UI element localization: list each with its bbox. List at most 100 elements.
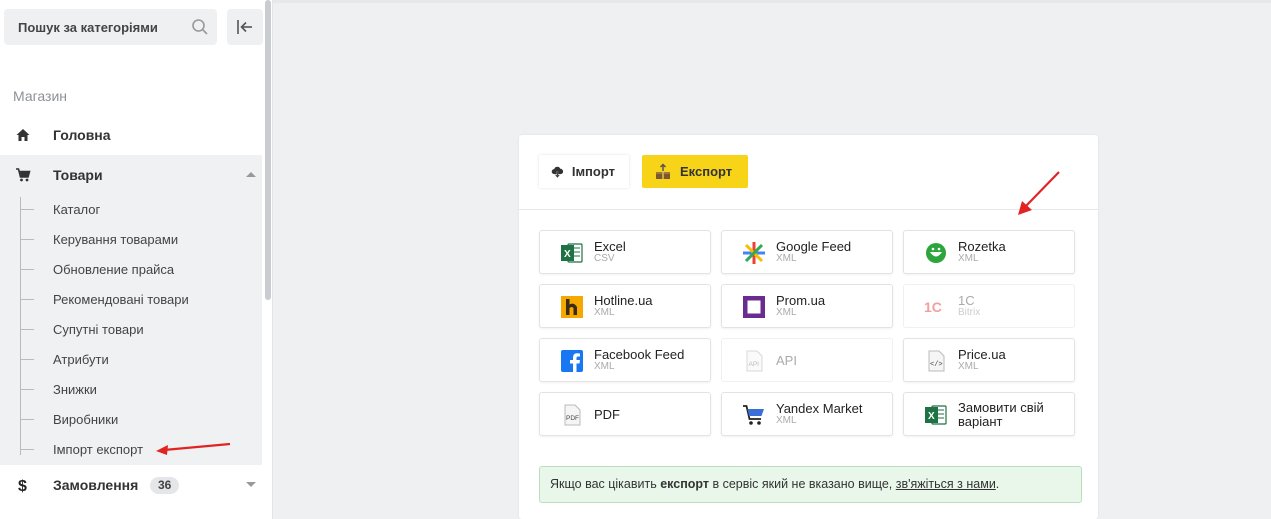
tab-label: Імпорт: [571, 164, 615, 179]
tile-format: Bitrix: [958, 307, 981, 318]
section-label: Магазин: [13, 88, 68, 104]
tab-export[interactable]: Експорт: [642, 155, 748, 188]
import-export-card: Імпорт Експорт X Excel CSV Google Feed X…: [519, 135, 1098, 519]
export-tile-yandex-market[interactable]: Yandex Market XML: [721, 392, 893, 436]
tree-tick: [20, 269, 34, 270]
cart-icon: [743, 405, 764, 425]
tab-import[interactable]: Імпорт: [539, 155, 629, 188]
pdf-file-icon: PDF: [564, 404, 581, 426]
sidebar-subitem-label: Рекомендовані товари: [53, 292, 189, 307]
export-tile-hotline[interactable]: Hotline.ua XML: [539, 284, 711, 328]
sidebar: Магазин Головна Товари Каталог Керування…: [0, 0, 273, 519]
svg-text:$: $: [18, 478, 27, 493]
prom-icon: [743, 296, 765, 318]
annotation-arrow-icon: [1018, 171, 1060, 215]
tile-format: CSV: [594, 253, 615, 264]
sidebar-subitem-label: Супутні товари: [53, 322, 144, 337]
chevron-down-icon: [246, 482, 256, 487]
tree-tick: [20, 329, 34, 330]
tree-tick: [20, 389, 34, 390]
svg-text:X: X: [928, 411, 935, 422]
svg-text:</>: </>: [930, 361, 943, 369]
sidebar-subitem-related[interactable]: Супутні товари: [20, 315, 262, 345]
notice-text-after: .: [995, 477, 1000, 491]
tile-name: Yandex Market: [776, 401, 863, 416]
sidebar-subitem-label: Знижки: [53, 382, 97, 397]
export-tile-price-ua[interactable]: </> Price.ua XML: [903, 338, 1075, 382]
tile-name: API: [776, 353, 797, 368]
contact-us-link[interactable]: зв'яжіться з нами: [896, 477, 996, 491]
sidebar-scrollbar[interactable]: [265, 0, 271, 300]
sidebar-subitem-recommended[interactable]: Рекомендовані товари: [20, 285, 262, 315]
orders-count-badge: 36: [150, 477, 180, 494]
collapse-left-icon: [237, 20, 252, 34]
excel-icon: X: [561, 243, 583, 263]
export-tile-rozetka[interactable]: Rozetka XML: [903, 230, 1075, 274]
tile-format: XML: [776, 253, 797, 264]
tree-tick: [20, 299, 34, 300]
tree-tick: [20, 239, 34, 240]
sidebar-item-goods[interactable]: Товари: [0, 155, 262, 195]
tile-format: XML: [594, 307, 615, 318]
tile-format: XML: [958, 253, 979, 264]
rozetka-icon: [926, 243, 946, 263]
search-box[interactable]: [4, 9, 217, 45]
tile-name: Замовити свій варіант: [958, 400, 1044, 429]
sidebar-item-orders[interactable]: $ Замовлення 36: [0, 465, 262, 505]
tile-name: Google Feed: [776, 239, 852, 254]
export-tile-1c[interactable]: 1C 1C Bitrix: [903, 284, 1075, 328]
facebook-icon: [561, 350, 583, 372]
sidebar-subitem-manufacturers[interactable]: Виробники: [20, 405, 262, 435]
tile-format: XML: [594, 361, 615, 372]
code-file-icon: </>: [928, 350, 945, 372]
contact-notice: Якщо вас цікавить експорт в сервіс який …: [539, 466, 1082, 503]
top-bar: [273, 0, 1271, 3]
export-tile-api[interactable]: API API: [721, 338, 893, 382]
tile-name: Rozetka: [958, 239, 1006, 254]
export-tile-excel[interactable]: X Excel CSV: [539, 230, 711, 274]
sidebar-subitem-catalog[interactable]: Каталог: [20, 195, 262, 225]
chevron-up-icon: [246, 172, 256, 177]
sidebar-subitem-label: Атрибути: [53, 352, 109, 367]
annotation-arrow-icon: [156, 442, 231, 455]
svg-text:1C: 1C: [924, 299, 942, 315]
google-feed-icon: [743, 242, 765, 264]
box-upload-icon: [656, 162, 670, 179]
export-tile-google-feed[interactable]: Google Feed XML: [721, 230, 893, 274]
export-tile-facebook[interactable]: Facebook Feed XML: [539, 338, 711, 382]
cloud-download-icon: [551, 166, 564, 178]
hotline-icon: [561, 296, 583, 318]
export-tile-pdf[interactable]: PDF PDF: [539, 392, 711, 436]
sidebar-item-home[interactable]: Головна: [0, 115, 262, 155]
tile-name: Price.ua: [958, 347, 1006, 362]
sidebar-item-label: Замовлення: [53, 477, 139, 493]
api-file-icon: API: [746, 350, 763, 372]
export-tile-custom-order[interactable]: X Замовити свій варіант: [903, 392, 1075, 436]
collapse-sidebar-button[interactable]: [227, 9, 263, 45]
svg-text:X: X: [564, 249, 571, 260]
sidebar-item-label: Головна: [53, 127, 111, 143]
cart-icon: [16, 168, 31, 182]
tile-format: XML: [776, 307, 797, 318]
notice-text-middle: в сервіс який не вказано вище,: [709, 477, 896, 491]
sidebar-subitem-label: Керування товарами: [53, 232, 179, 247]
notice-text-bold: експорт: [660, 477, 709, 491]
tree-tick: [20, 419, 34, 420]
svg-text:PDF: PDF: [566, 415, 579, 422]
sidebar-subitem-price-update[interactable]: Обновление прайса: [20, 255, 262, 285]
export-tile-prom[interactable]: Prom.ua XML: [721, 284, 893, 328]
sidebar-subitem-attributes[interactable]: Атрибути: [20, 345, 262, 375]
tile-format: XML: [958, 361, 979, 372]
search-icon[interactable]: [191, 18, 209, 36]
sidebar-subitem-discounts[interactable]: Знижки: [20, 375, 262, 405]
tree-tick: [20, 209, 34, 210]
tile-name: Excel: [594, 239, 626, 254]
tile-name: 1C: [958, 293, 975, 308]
sidebar-subitem-manage-goods[interactable]: Керування товарами: [20, 225, 262, 255]
onec-icon: 1C: [924, 299, 942, 315]
search-input[interactable]: [4, 9, 184, 45]
tile-format: XML: [776, 415, 797, 426]
tile-name: PDF: [594, 407, 620, 422]
tile-name: Hotline.ua: [594, 293, 653, 308]
home-icon: [16, 129, 30, 141]
